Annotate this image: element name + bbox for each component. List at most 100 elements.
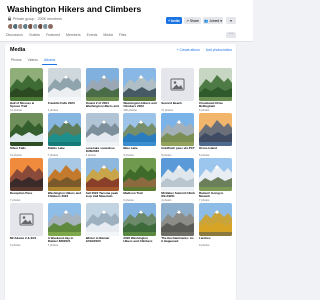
album-name[interactable]: Goldfinch pass via PCT [161, 147, 195, 150]
add-photos-link[interactable]: Add photos/video [206, 48, 232, 52]
album-tile[interactable]: Franklin Falls 2023 4 photos [47, 68, 82, 113]
album-name[interactable]: 2022 Washington Hikers and Climbers Cale… [123, 237, 157, 244]
album-tile[interactable]: Hall of Mosses & Spruce Trail 14 photos [10, 68, 43, 113]
album-name[interactable]: Blue Lake [123, 147, 157, 150]
album-tile[interactable]: A Weekend day in Rainier 8/8/2021 7 photo… [47, 203, 82, 248]
album-name[interactable]: Rainier! Going to Mowich [199, 192, 233, 199]
share-button[interactable]: ↗ Share [184, 17, 201, 24]
album-tile[interactable]: Second Beach 17 photos [161, 68, 195, 113]
album-thumbnail[interactable] [161, 68, 195, 101]
tab-guides[interactable]: Guides [26, 30, 43, 41]
tab-videos[interactable]: Videos [26, 57, 40, 65]
album-tile[interactable]: Chuckanut Drive Bellingham Washington5 p… [198, 68, 233, 113]
album-thumbnail[interactable] [123, 203, 157, 236]
album-name[interactable]: Orcas Island [199, 147, 233, 150]
album-thumbnail[interactable] [85, 203, 119, 236]
album-name[interactable]: Mt Adams 2 & 3/21 [10, 237, 44, 240]
album-tile[interactable]: Mt Adams 2 & 3/21 6 photos [10, 203, 43, 248]
album-name[interactable]: Washington Hikers and Climbers 2023 Cale… [123, 102, 157, 109]
tab-albums[interactable]: Albums [41, 57, 58, 65]
tab-events[interactable]: Events [84, 30, 101, 41]
album-count: 4 photos [161, 199, 172, 202]
album-name[interactable]: Mt Baker Summit Climb 8/2-3/9/21 [161, 192, 195, 199]
album-tile[interactable]: Washington Hikers and Climbers 2023 Cale… [47, 158, 82, 203]
album-name[interactable]: Franklin Falls 2023 [48, 102, 82, 105]
album-thumbnail[interactable] [10, 113, 43, 146]
album-thumbnail[interactable] [85, 158, 119, 191]
album-tile[interactable]: Orcas Island 5 photos [198, 113, 233, 158]
album-thumbnail[interactable] [161, 203, 195, 236]
album-tile[interactable]: Round 2 of 2024 Washington Hikers and Cl… [85, 68, 120, 113]
album-name[interactable]: Larches [199, 237, 233, 240]
album-thumbnail[interactable] [161, 113, 195, 146]
album-name[interactable]: Fall 2022 Tacoma peak loop trail Mountai… [86, 192, 120, 199]
album-tile[interactable]: Fall 2022 Tacoma peak loop trail Mountai… [85, 158, 120, 203]
album-name[interactable]: Hall of Mosses & Spruce Trail [10, 102, 44, 109]
album-tile[interactable]: 2022 Washington Hikers and Climbers Cale… [123, 203, 157, 248]
album-name[interactable]: Diablo Lake [48, 147, 82, 150]
album-tile[interactable]: Diablo Lake 7 photos [47, 113, 82, 158]
album-thumbnail[interactable] [198, 158, 232, 191]
album-tile[interactable]: Deception Pass 7 photos [10, 158, 43, 203]
album-tile[interactable]: Mt Baker Summit Climb 8/2-3/9/21 4 photos [161, 158, 195, 203]
album-thumbnail[interactable] [47, 113, 81, 146]
album-thumbnail[interactable] [85, 113, 119, 146]
tab-members[interactable]: Members [63, 30, 84, 41]
member-count[interactable]: 200K members [38, 17, 62, 21]
album-grid: Hall of Mosses & Spruce Trail 14 photos Fr… [10, 68, 232, 248]
expand-button[interactable]: ▾ [226, 17, 236, 24]
album-thumbnail[interactable] [123, 113, 157, 146]
album-tile[interactable]: Lena lake snowshoe 3/26/2023 4 photos [85, 113, 120, 158]
album-photo [85, 68, 119, 101]
album-photo [123, 113, 157, 146]
album-thumbnail[interactable] [198, 68, 232, 101]
album-name[interactable]: Silver Falls [10, 147, 44, 150]
album-tile[interactable]: Madison Trail 6 photos [123, 158, 157, 203]
album-thumbnail[interactable] [47, 158, 81, 191]
album-thumbnail[interactable] [198, 203, 232, 236]
album-name[interactable]: Deception Pass [10, 192, 44, 195]
album-thumbnail[interactable] [10, 158, 43, 191]
album-tile[interactable]: Larches 9 photos [198, 203, 233, 248]
tab-discussion[interactable]: Discussion [3, 30, 26, 41]
album-name[interactable]: Lena lake snowshoe 3/26/2023 [86, 147, 120, 154]
chevron-down-icon: ▾ [230, 18, 232, 23]
album-tile[interactable]: The Enchantments: As it Happened [161, 203, 195, 248]
album-count: 9 photos [198, 244, 210, 247]
group-name[interactable]: Washington Hikers and Climbers [7, 4, 141, 14]
album-thumbnail[interactable] [10, 68, 43, 101]
album-photo [123, 158, 157, 191]
album-photo [47, 158, 81, 191]
album-thumbnail[interactable] [47, 68, 81, 101]
album-tile[interactable]: Rainier! Going to Mowich 7 photos [198, 158, 233, 203]
album-tile[interactable]: Washington Hikers and Climbers 2023 Cale… [123, 68, 157, 113]
tab-files[interactable]: Files [116, 30, 129, 41]
album-name[interactable]: Round 2 of 2024 Washington Hikers and Cl… [86, 102, 120, 109]
create-album-link[interactable]: + Create album [177, 48, 200, 52]
album-name[interactable]: Washington Hikers and Climbers 2023 Cale… [48, 192, 82, 199]
album-thumbnail[interactable] [198, 113, 232, 146]
tab-featured[interactable]: Featured [43, 30, 63, 41]
more-options-button[interactable]: ··· [226, 32, 236, 38]
album-thumbnail[interactable] [47, 203, 81, 236]
album-thumbnail[interactable] [161, 158, 195, 191]
album-thumbnail[interactable] [123, 68, 157, 101]
invite-button[interactable]: + Invite [166, 17, 182, 24]
album-count: 6 photos [123, 199, 134, 202]
album-thumbnail[interactable] [123, 158, 157, 191]
album-name[interactable]: Chuckanut Drive Bellingham Washington [199, 102, 233, 109]
tab-media[interactable]: Media [100, 30, 116, 41]
album-tile[interactable]: Goldfinch pass via PCT 9 photos [161, 113, 195, 158]
album-name[interactable]: The Enchantments: As it Happened [161, 237, 195, 244]
album-name[interactable]: Madison Trail [123, 192, 157, 195]
album-thumbnail[interactable] [85, 68, 119, 101]
album-thumbnail[interactable] [10, 203, 43, 236]
album-name[interactable]: Winter in Rainier 12/19/2020 [86, 237, 120, 244]
tab-photos[interactable]: Photos [9, 57, 24, 65]
joined-button[interactable]: 👥 Joined ▾ [203, 17, 223, 24]
album-name[interactable]: A Weekend day in Rainier 8/8/2021 [48, 237, 82, 244]
album-tile[interactable]: Winter in Rainier 12/19/2020 [85, 203, 120, 248]
album-tile[interactable]: Silver Falls 14 photos [10, 113, 43, 158]
album-name[interactable]: Second Beach [161, 102, 195, 105]
album-tile[interactable]: Blue Lake 3 photos [123, 113, 157, 158]
